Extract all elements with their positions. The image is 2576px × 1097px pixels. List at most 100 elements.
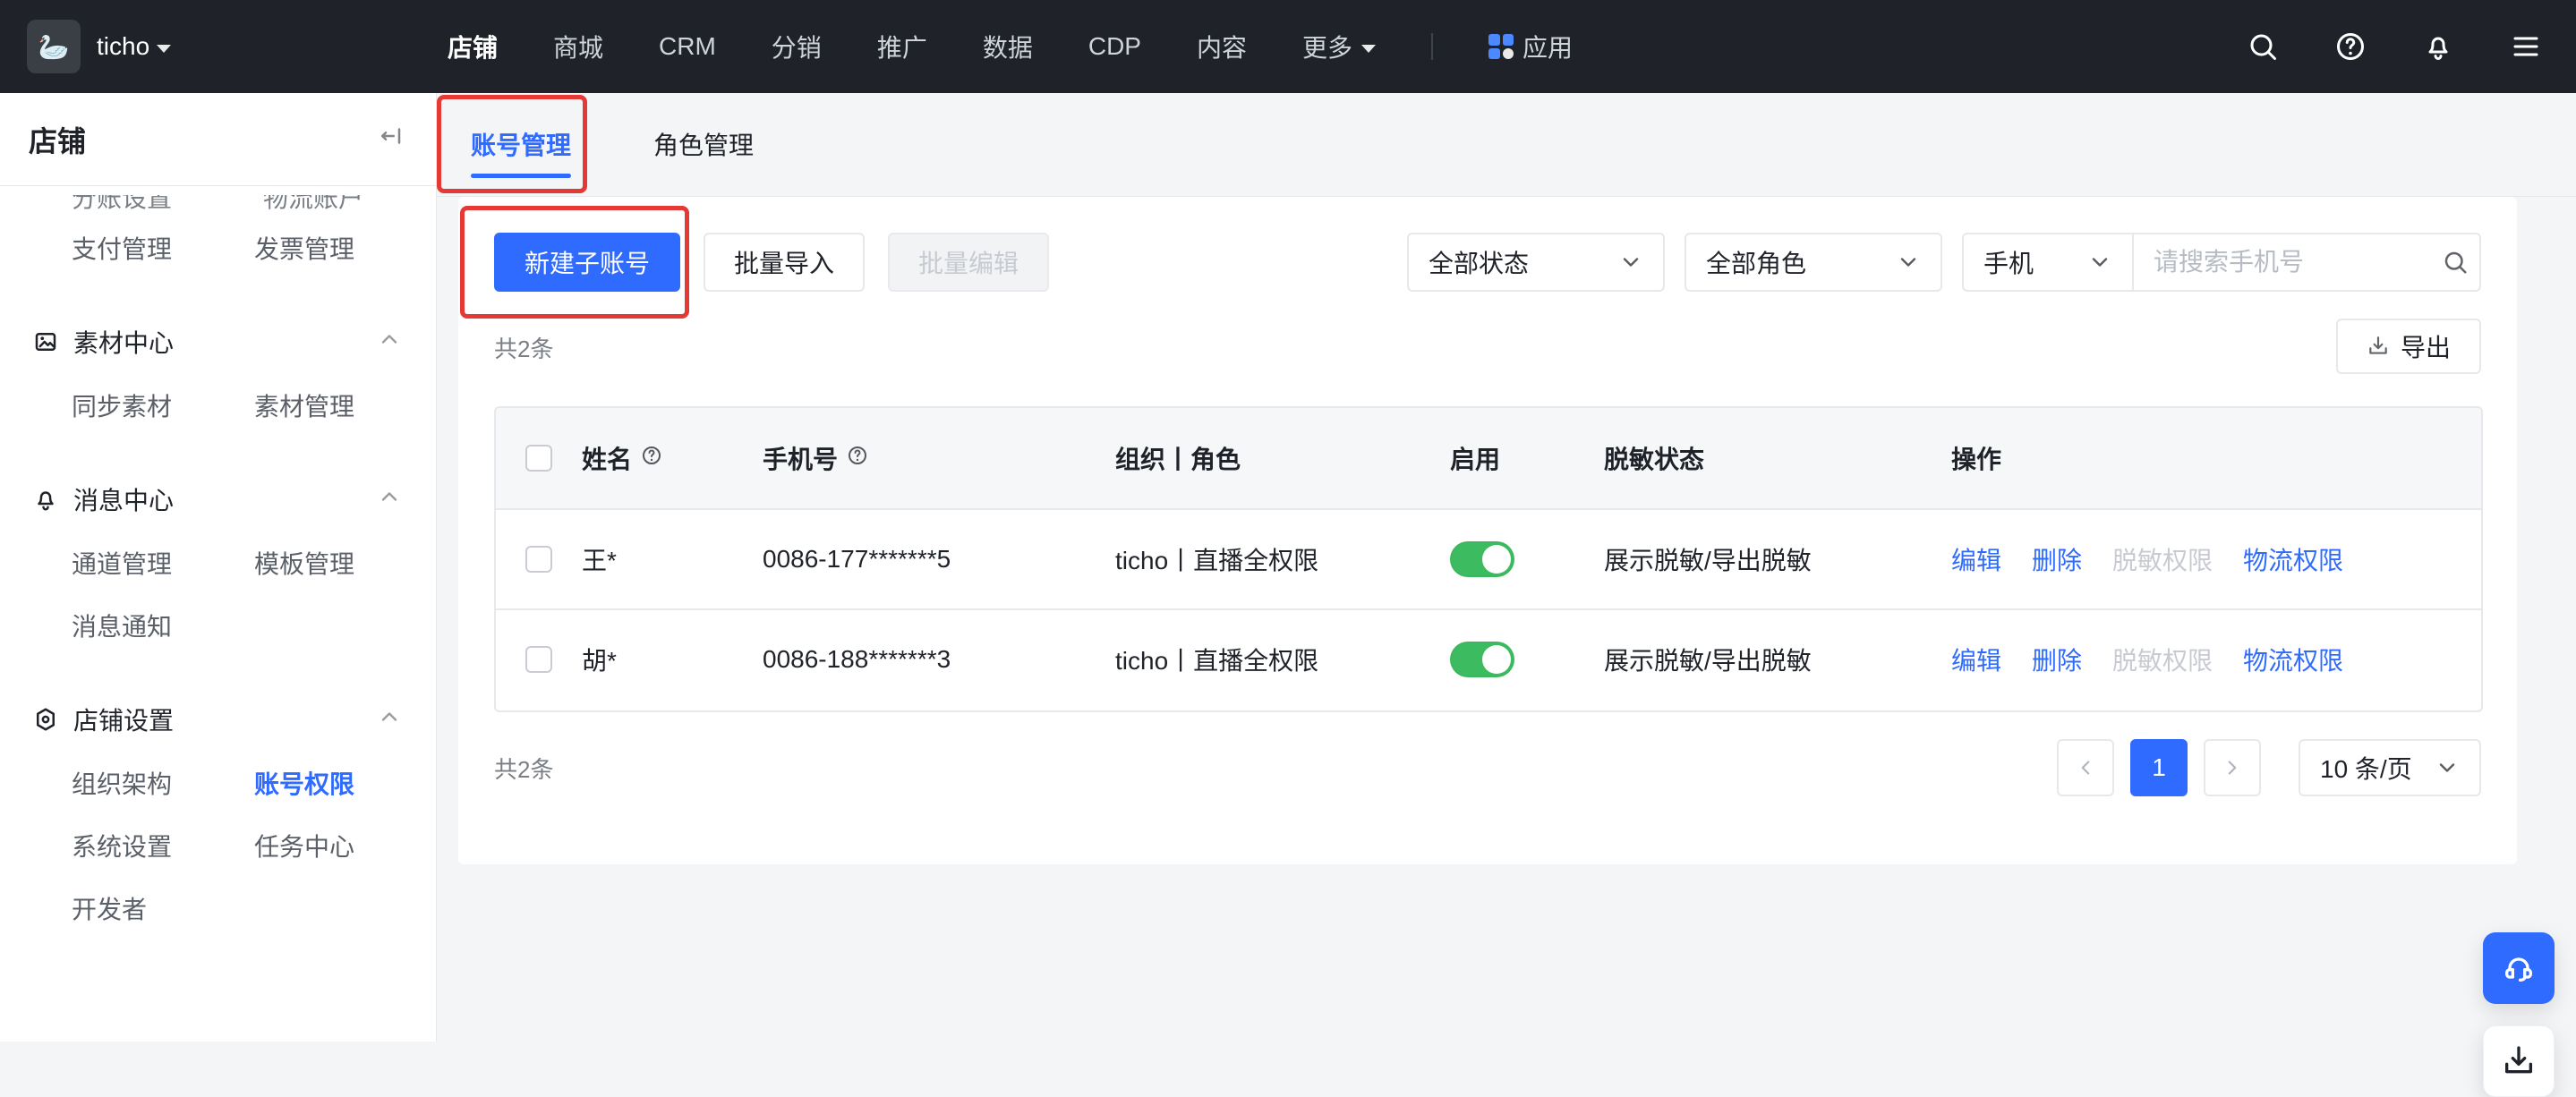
sidebar-link-message-notifications[interactable]: 消息通知 (72, 608, 177, 643)
sidebar-link-payment[interactable]: 支付管理 (72, 230, 177, 266)
prev-page-button[interactable] (2057, 739, 2114, 796)
sidebar-link-account-permissions[interactable]: 账号权限 (254, 765, 360, 801)
export-button[interactable]: 导出 (2336, 319, 2481, 374)
delete-link[interactable]: 删除 (2032, 642, 2082, 677)
total-count: 共2条 (494, 331, 553, 364)
enabled-toggle[interactable] (1450, 541, 1514, 577)
nav-item-data[interactable]: 数据 (983, 29, 1033, 64)
header-mask-status: 脱敏状态 (1604, 440, 1951, 476)
row-select[interactable] (496, 646, 582, 673)
menu-button[interactable] (2506, 27, 2546, 66)
row-select[interactable] (496, 546, 582, 573)
page-size-value: 10 条/页 (2320, 755, 2412, 783)
sidebar-link-org-structure[interactable]: 组织架构 (72, 765, 177, 801)
edit-link[interactable]: 编辑 (1951, 541, 2001, 577)
sidebar-cutoff-links: 分账设置 物流账户 (0, 195, 436, 231)
bulk-import-button[interactable]: 批量导入 (704, 233, 866, 292)
brand-name-text: ticho (97, 32, 150, 60)
sidebar-group-assets[interactable]: 素材中心 (0, 310, 436, 374)
sidebar-section-store-settings: 店铺设置 组织架构 账号权限 系统设置 任务中心 开发者 (0, 687, 436, 940)
table-row: 王* 0086-177*******5 ticho丨直播全权限 展示脱敏/导出脱… (496, 508, 2481, 608)
button-label: 批量编辑 (918, 250, 1019, 277)
delete-link[interactable]: 删除 (2032, 541, 2082, 577)
nav-item-store[interactable]: 店铺 (448, 29, 498, 64)
logistics-permission-link[interactable]: 物流权限 (2243, 642, 2343, 677)
download-icon (2505, 1046, 2532, 1074)
cell-enabled (1450, 541, 1604, 577)
page-button-current[interactable]: 1 (2130, 739, 2188, 796)
sidebar-link-developer[interactable]: 开发者 (72, 890, 177, 926)
sidebar-link-system-settings[interactable]: 系统设置 (72, 828, 177, 863)
chevron-down-icon (1900, 258, 1916, 267)
search-type-select[interactable]: 手机 (1964, 234, 2132, 290)
sidebar-section-messages: 消息中心 通道管理 模板管理 消息通知 (0, 467, 436, 657)
role-filter-select[interactable]: 全部角色 (1685, 233, 1942, 292)
sidebar-link-template-management[interactable]: 模板管理 (254, 545, 360, 581)
sidebar-link[interactable]: 物流账户 (263, 195, 363, 215)
enabled-toggle[interactable] (1450, 642, 1514, 677)
sidebar-group-title: 店铺设置 (73, 707, 175, 735)
logistics-permission-link[interactable]: 物流权限 (2243, 541, 2343, 577)
download-button[interactable] (2483, 1025, 2555, 1097)
cell-mask-status: 展示脱敏/导出脱敏 (1604, 541, 1951, 577)
help-icon[interactable] (641, 444, 662, 472)
sidebar-group-messages[interactable]: 消息中心 (0, 467, 436, 531)
sidebar-link-sync-assets[interactable]: 同步素材 (72, 387, 177, 423)
new-sub-account-button[interactable]: 新建子账号 (494, 233, 681, 292)
header-label: 组织丨角色 (1115, 446, 1241, 473)
sidebar-header: 店铺 (0, 93, 436, 186)
sidebar-link-invoice[interactable]: 发票管理 (254, 230, 360, 266)
chevron-down-icon (1361, 44, 1376, 53)
hexagon-settings-icon (37, 708, 55, 731)
nav-item-content[interactable]: 内容 (1197, 29, 1247, 64)
nav-item-promotion[interactable]: 推广 (877, 29, 927, 64)
next-page-button[interactable] (2204, 739, 2261, 796)
checkbox[interactable] (525, 546, 552, 573)
chevron-down-icon (1623, 258, 1639, 267)
header-select-all[interactable] (496, 445, 582, 472)
collapse-left-icon (381, 127, 401, 144)
tab-role-management[interactable]: 角色管理 (641, 92, 766, 196)
nav-item-mall[interactable]: 商城 (553, 29, 603, 64)
checkbox[interactable] (525, 646, 552, 673)
select-value: 手机 (1983, 250, 2034, 277)
cell-org-role: ticho丨直播全权限 (1115, 541, 1450, 577)
edit-link[interactable]: 编辑 (1951, 642, 2001, 677)
help-button[interactable] (2331, 27, 2370, 66)
sidebar-group-store-settings[interactable]: 店铺设置 (0, 687, 436, 752)
page-size-select[interactable]: 10 条/页 (2299, 739, 2481, 796)
cell-text: 胡* (582, 647, 617, 675)
checkbox[interactable] (525, 445, 552, 472)
export-label: 导出 (2400, 334, 2451, 361)
footer-total-count-text: 共2条 (494, 756, 554, 783)
search-submit-button[interactable] (2431, 249, 2479, 276)
chevron-down-icon (2092, 258, 2108, 267)
nav-item-more[interactable]: 更多 (1302, 29, 1376, 64)
accounts-card: 新建子账号 批量导入 批量编辑 全部状态 全部角色 手机 请搜索手机号 共2条 … (458, 197, 2517, 864)
bell-icon (2428, 37, 2448, 60)
header-phone: 手机号 (763, 440, 1115, 476)
tab-account-management[interactable]: 账号管理 (458, 92, 584, 196)
status-filter-select[interactable]: 全部状态 (1407, 233, 1665, 292)
sidebar-link-channel-management[interactable]: 通道管理 (72, 545, 177, 581)
sidebar-link-asset-management[interactable]: 素材管理 (254, 387, 360, 423)
sidebar-link[interactable]: 分账设置 (72, 195, 172, 215)
help-icon[interactable] (847, 444, 868, 472)
customer-service-button[interactable] (2483, 932, 2555, 1004)
nav-item-distribution[interactable]: 分销 (772, 29, 822, 64)
notifications-button[interactable] (2418, 27, 2458, 66)
sidebar-title: 店铺 (29, 124, 87, 157)
nav-item-apps[interactable]: 应用 (1488, 29, 1573, 64)
row-actions: 编辑 删除 脱敏权限 物流权限 (1951, 541, 2343, 577)
table-row: 胡* 0086-188*******3 ticho丨直播全权限 展示脱敏/导出脱… (496, 608, 2481, 709)
nav-item-cdp[interactable]: CDP (1088, 32, 1141, 61)
footer-total-count: 共2条 (494, 752, 553, 785)
sidebar-link-task-center[interactable]: 任务中心 (254, 828, 360, 863)
nav-label: 内容 (1196, 34, 1247, 62)
collapse-sidebar-button[interactable] (377, 123, 404, 157)
search-button[interactable] (2243, 27, 2282, 66)
main-content: 账号管理 角色管理 新建子账号 批量导入 批量编辑 全部状态 全部角色 手机 请… (437, 92, 2576, 1097)
search-input[interactable] (2134, 234, 2431, 290)
nav-item-crm[interactable]: CRM (659, 32, 716, 61)
brand-switcher[interactable]: 🦢 ticho (27, 20, 448, 73)
